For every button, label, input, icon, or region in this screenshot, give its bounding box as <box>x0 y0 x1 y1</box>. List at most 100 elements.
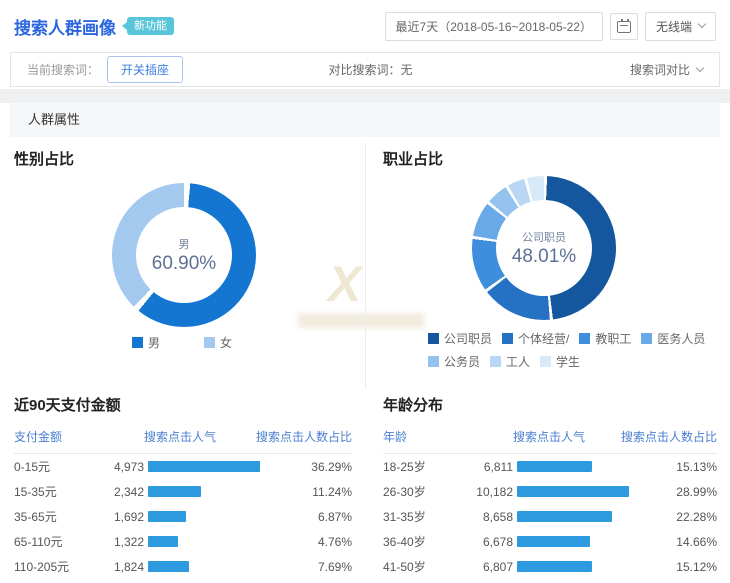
row-value: 8,658 <box>475 510 513 524</box>
chevron-down-icon <box>696 63 704 71</box>
legend-label: 个体经营/ <box>518 330 569 347</box>
keyword-compare-dropdown[interactable]: 搜索词对比 <box>630 61 703 78</box>
payment-table: 近90天支付金额 支付金额 搜索点击人气 搜索点击人数占比 0-15元 4,97… <box>14 394 352 583</box>
gender-legend: 男 女 <box>132 334 232 351</box>
legend-item[interactable]: 工人 <box>490 353 530 370</box>
terminal-dropdown[interactable]: 无线端 <box>645 12 716 41</box>
gender-center-label: 男 <box>179 236 190 252</box>
age-table-title: 年龄分布 <box>383 394 717 415</box>
row-label: 26-30岁 <box>383 483 475 500</box>
gender-donut-center: 男 60.90% <box>112 183 256 327</box>
legend-swatch <box>641 333 652 344</box>
legend-item[interactable]: 公务员 <box>428 353 480 370</box>
row-percent: 6.87% <box>292 510 352 524</box>
current-keyword-group: 当前搜索词： 开关插座 <box>27 56 329 83</box>
title-wrap: 搜索人群画像 新功能 <box>14 14 174 39</box>
legend-swatch <box>540 356 551 367</box>
row-percent: 28.99% <box>657 485 717 499</box>
payment-table-header: 支付金额 搜索点击人气 搜索点击人数占比 <box>14 428 352 454</box>
row-bar <box>148 511 186 522</box>
legend-swatch <box>579 333 590 344</box>
row-bar <box>148 561 189 572</box>
legend-item[interactable]: 公司职员 <box>428 330 492 347</box>
gender-center-value: 60.90% <box>152 253 216 275</box>
row-value: 1,692 <box>106 510 144 524</box>
row-bar-track <box>517 486 657 497</box>
row-bar <box>148 536 178 547</box>
legend-item[interactable]: 女 <box>204 334 232 351</box>
col-header-age: 年龄 <box>383 428 513 445</box>
legend-item[interactable]: 个体经营/ <box>502 330 569 347</box>
column-divider <box>365 142 366 389</box>
row-value: 1,824 <box>106 560 144 574</box>
calendar-icon <box>617 21 631 33</box>
row-label: 110-205元 <box>14 558 106 575</box>
legend-item[interactable]: 教职工 <box>579 330 631 347</box>
legend-swatch <box>132 337 143 348</box>
new-feature-badge: 新功能 <box>127 17 174 35</box>
row-bar-track <box>148 511 292 522</box>
row-value: 6,807 <box>475 560 513 574</box>
legend-item[interactable]: 医务人员 <box>641 330 705 347</box>
occupation-center-label: 公司职员 <box>522 229 566 245</box>
date-range-selector[interactable]: 最近7天（2018-05-16~2018-05-22） <box>385 12 603 41</box>
row-label: 18-25岁 <box>383 458 475 475</box>
keyword-compare-label: 搜索词对比 <box>630 61 690 78</box>
legend-swatch <box>428 333 439 344</box>
calendar-button[interactable] <box>610 13 638 40</box>
legend-label: 公务员 <box>444 353 480 370</box>
row-value: 4,973 <box>106 460 144 474</box>
watermark-logo: X <box>328 255 361 313</box>
row-percent: 22.28% <box>657 510 717 524</box>
row-value: 1,322 <box>106 535 144 549</box>
row-bar-track <box>517 461 657 472</box>
gender-donut-chart: 男 60.90% <box>112 183 256 327</box>
table-row: 110-205元 1,824 7.69% <box>14 554 352 579</box>
row-bar-track <box>517 536 657 547</box>
col-header-click-popularity: 搜索点击人气 <box>513 428 607 445</box>
current-keyword-button[interactable]: 开关插座 <box>107 56 183 83</box>
row-value: 10,182 <box>475 485 513 499</box>
row-bar-track <box>148 561 292 572</box>
legend-label: 公司职员 <box>444 330 492 347</box>
legend-label: 男 <box>148 334 160 351</box>
legend-swatch <box>502 333 513 344</box>
table-row: 65-110元 1,322 4.76% <box>14 529 352 554</box>
col-header-payment: 支付金额 <box>14 428 144 445</box>
search-audience-page: 搜索人群画像 新功能 最近7天（2018-05-16~2018-05-22） 无… <box>0 0 730 583</box>
occupation-donut-chart: 公司职员 48.01% <box>472 176 616 320</box>
topbar-controls: 最近7天（2018-05-16~2018-05-22） 无线端 <box>385 12 716 41</box>
table-row: 36-40岁 6,678 14.66% <box>383 529 717 554</box>
table-row: 18-25岁 6,811 15.13% <box>383 454 717 479</box>
table-row: 31-35岁 8,658 22.28% <box>383 504 717 529</box>
legend-item[interactable]: 男 <box>132 334 160 351</box>
row-bar <box>517 536 590 547</box>
compare-keyword-text: 对比搜索词：无 <box>329 61 631 78</box>
legend-label: 工人 <box>506 353 530 370</box>
terminal-dropdown-label: 无线端 <box>656 18 692 35</box>
legend-label: 女 <box>220 334 232 351</box>
row-bar-track <box>517 561 657 572</box>
table-row: 51岁以上 2,845 3.82% <box>383 579 717 583</box>
row-label: 65-110元 <box>14 533 106 550</box>
col-header-click-ratio: 搜索点击人数占比 <box>242 428 352 445</box>
age-table: 年龄分布 年龄 搜索点击人气 搜索点击人数占比 18-25岁 6,811 15.… <box>383 394 717 583</box>
age-table-body: 18-25岁 6,811 15.13% 26-30岁 10,182 28.99%… <box>383 454 717 583</box>
row-bar-track <box>148 461 292 472</box>
legend-item[interactable]: 学生 <box>540 353 580 370</box>
row-percent: 11.24% <box>292 485 352 499</box>
row-bar-track <box>517 511 657 522</box>
legend-swatch <box>204 337 215 348</box>
row-bar <box>517 561 592 572</box>
table-row: 26-30岁 10,182 28.99% <box>383 479 717 504</box>
background-strip <box>0 89 730 103</box>
col-header-click-popularity: 搜索点击人气 <box>144 428 242 445</box>
row-label: 36-40岁 <box>383 533 475 550</box>
row-label: 35-65元 <box>14 508 106 525</box>
table-row: 15-35元 2,342 11.24% <box>14 479 352 504</box>
filter-bar: 当前搜索词： 开关插座 对比搜索词：无 搜索词对比 <box>10 52 720 87</box>
row-bar-track <box>148 486 292 497</box>
section-title: 人群属性 <box>28 112 80 127</box>
occupation-chart-title: 职业占比 <box>383 148 443 169</box>
payment-table-body: 0-15元 4,973 36.29% 15-35元 2,342 11.24% 3… <box>14 454 352 583</box>
